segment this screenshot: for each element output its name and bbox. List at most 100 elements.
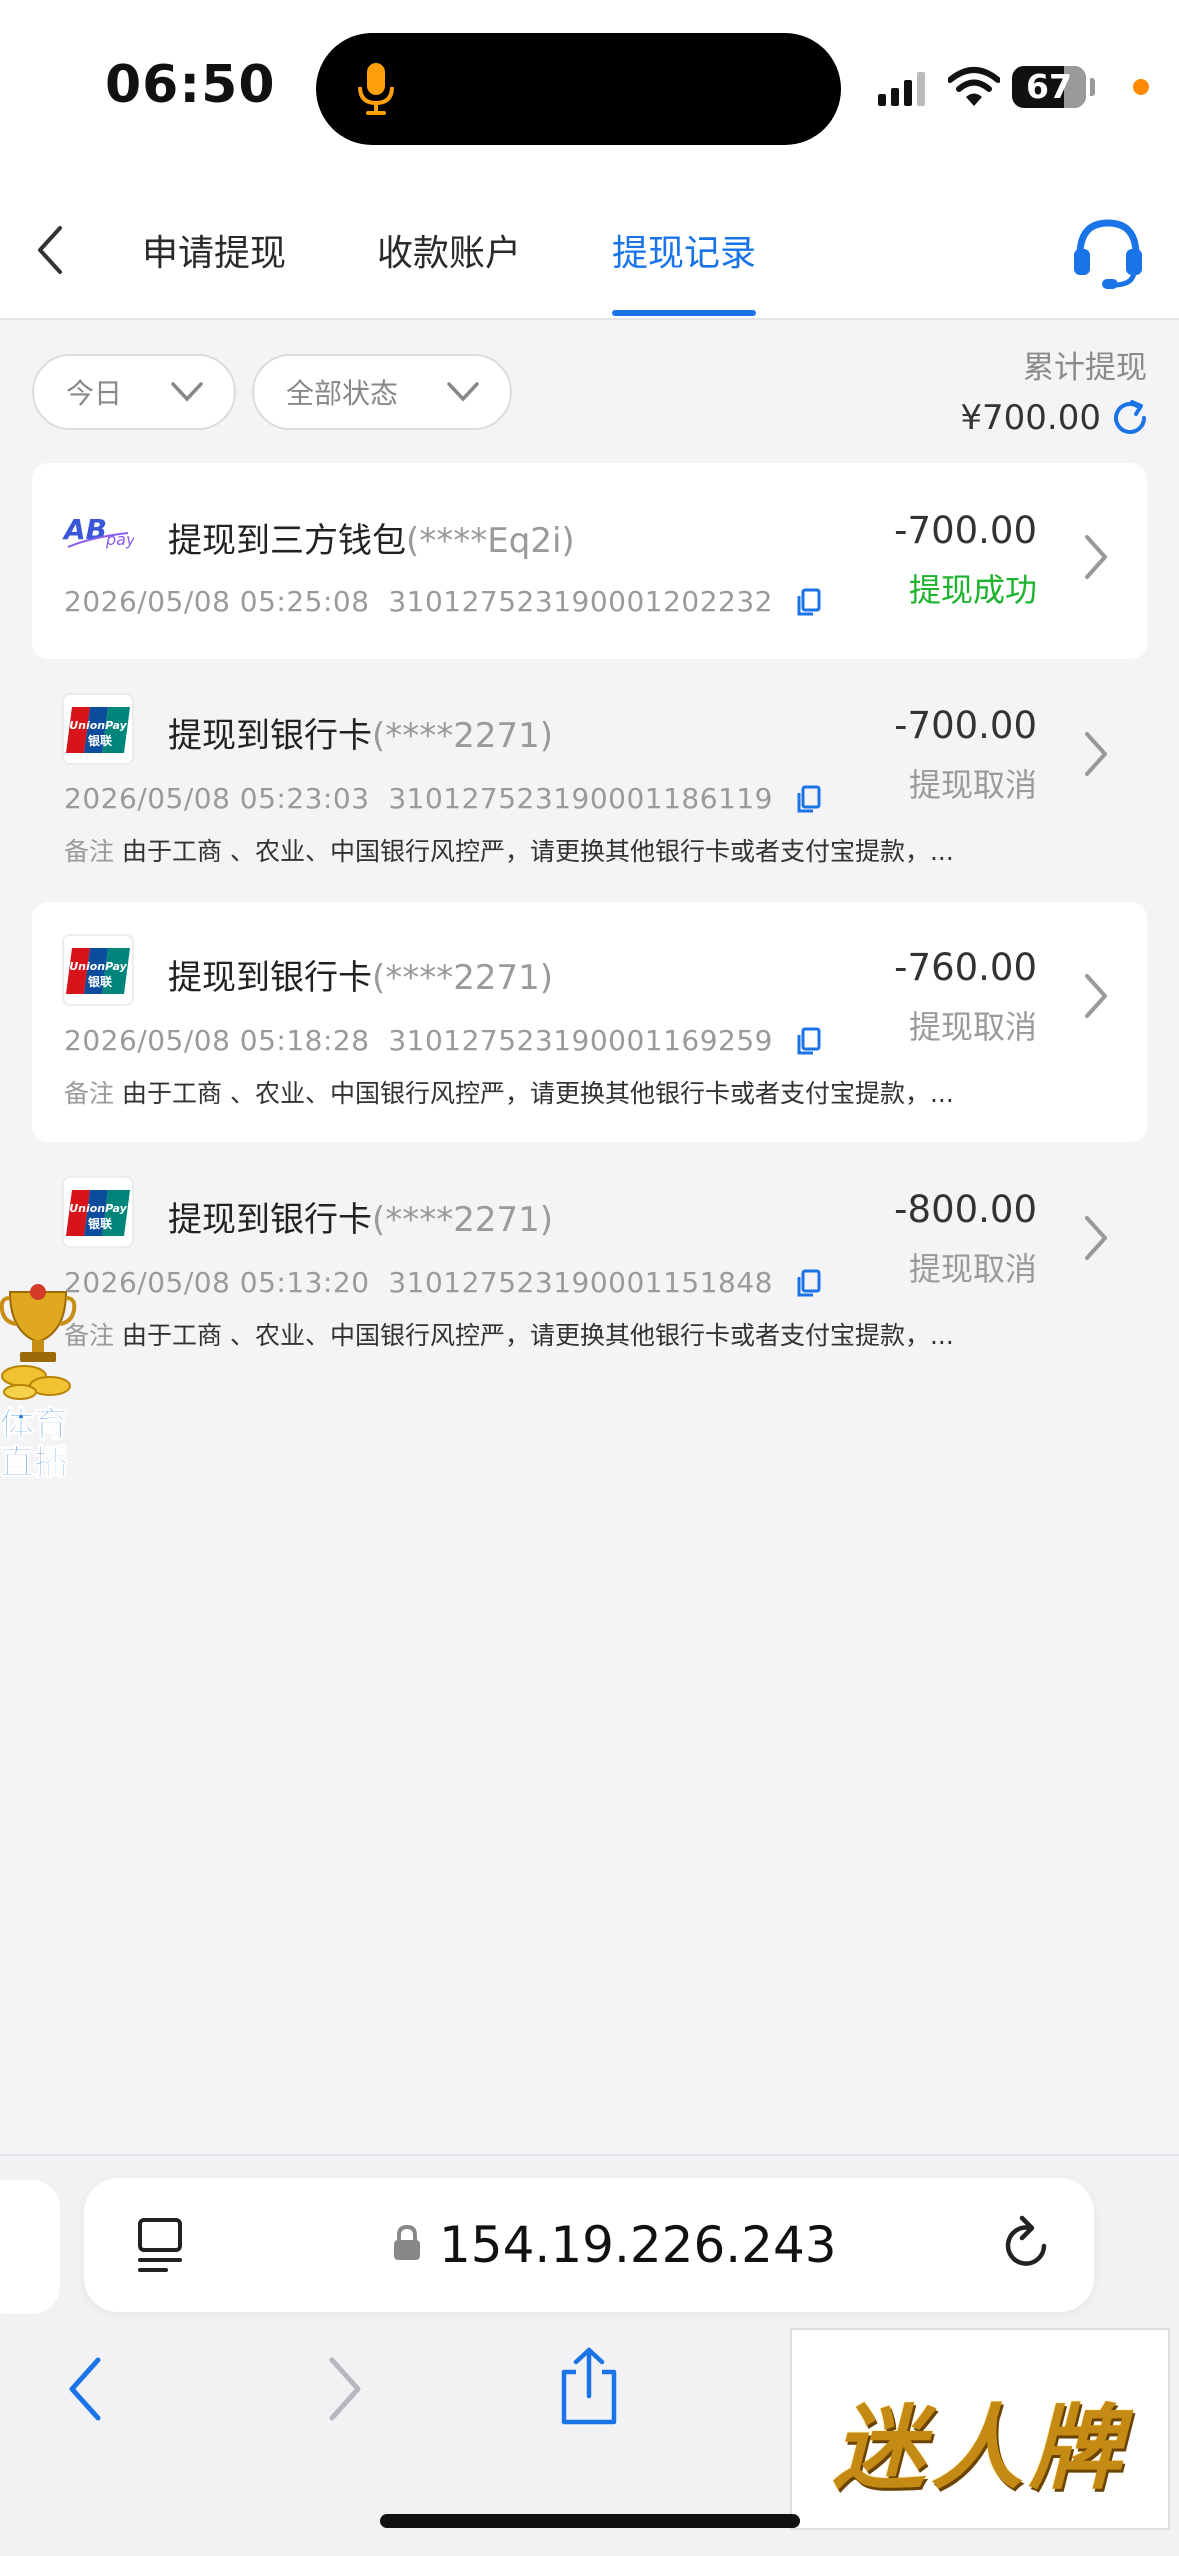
total-withdraw-label: 累计提现 xyxy=(1023,350,1147,386)
date-filter-dropdown[interactable]: 今日 xyxy=(32,354,236,430)
refresh-icon[interactable] xyxy=(1110,398,1150,438)
record-status: 提现成功 xyxy=(908,571,1037,609)
record-status: 提现取消 xyxy=(908,1008,1037,1046)
svg-text:银联: 银联 xyxy=(88,733,112,748)
record-remark: 备注 由于工商 、农业、中国银行风控严，请更换其他银行卡或者支付宝提款，... xyxy=(64,1074,954,1110)
sports-live-line2: 直播 xyxy=(0,1443,69,1483)
record-amount: -700.00 xyxy=(894,509,1037,552)
top-nav-bar: 申请提现 收款账户 提现记录 xyxy=(0,180,1179,320)
chevron-down-icon xyxy=(447,382,479,402)
ad-text: 迷人牌 xyxy=(832,2394,1127,2502)
cellular-signal-icon xyxy=(878,70,925,106)
lock-icon xyxy=(394,2224,420,2260)
record-order-no: 310127523190001186119 xyxy=(388,782,773,815)
svg-text:UnionPay: UnionPay xyxy=(69,960,127,973)
tab-withdraw-records[interactable]: 提现记录 xyxy=(612,224,756,276)
dynamic-island xyxy=(316,33,841,145)
svg-text:UnionPay: UnionPay xyxy=(69,719,127,732)
browser-forward-icon[interactable] xyxy=(322,2354,366,2424)
record-datetime: 2026/05/08 05:25:08 xyxy=(64,585,370,618)
record-amount: -760.00 xyxy=(894,946,1037,989)
record-title-text: 提现到银行卡 xyxy=(168,958,372,998)
total-withdraw-value: ¥700.00 xyxy=(960,398,1101,438)
record-title: 提现到银行卡(****2271) xyxy=(168,708,553,757)
overlay-advertisement[interactable]: 迷人牌 xyxy=(790,2328,1170,2530)
svg-text:银联: 银联 xyxy=(88,1216,112,1231)
record-account: (****2271) xyxy=(372,716,554,756)
copy-icon[interactable] xyxy=(796,1027,822,1057)
record-title-text: 提现到银行卡 xyxy=(168,1200,372,1240)
customer-service-headset-icon[interactable] xyxy=(1070,215,1146,295)
record-status: 提现取消 xyxy=(908,766,1037,804)
unionpay-logo: UnionPay 银联 xyxy=(62,693,134,765)
chevron-right-icon xyxy=(1085,732,1107,776)
record-remark-label: 备注 xyxy=(64,1079,115,1108)
record-remark-label: 备注 xyxy=(64,837,115,866)
chevron-right-icon xyxy=(1085,535,1107,579)
sports-live-label: 体育 直播 xyxy=(0,1405,69,1483)
withdraw-record-card[interactable]: UnionPay 银联 提现到银行卡(****2271) 2026/05/08 … xyxy=(32,1160,1147,1360)
svg-text:pay: pay xyxy=(105,530,134,549)
microphone-icon xyxy=(358,63,394,115)
chevron-right-icon xyxy=(1085,1216,1107,1260)
record-datetime: 2026/05/08 05:13:20 xyxy=(64,1266,370,1299)
copy-icon[interactable] xyxy=(796,785,822,815)
page-menu-icon[interactable] xyxy=(136,2216,190,2274)
status-bar: 06:50 67 xyxy=(0,0,1179,180)
record-meta: 2026/05/08 05:13:20 31012752319000115184… xyxy=(64,1266,822,1299)
record-title-text: 提现到三方钱包 xyxy=(168,521,406,561)
battery-level: 67 xyxy=(1026,67,1072,106)
record-remark: 备注 由于工商 、农业、中国银行风控严，请更换其他银行卡或者支付宝提款，... xyxy=(64,832,954,868)
withdraw-record-card[interactable]: AB pay 提现到三方钱包(****Eq2i) 2026/05/08 05:2… xyxy=(32,463,1147,659)
record-datetime: 2026/05/08 05:23:03 xyxy=(64,782,370,815)
back-chevron-icon[interactable] xyxy=(30,218,70,282)
record-amount: -800.00 xyxy=(894,1188,1037,1231)
tab-apply-withdraw[interactable]: 申请提现 xyxy=(142,224,286,276)
record-meta: 2026/05/08 05:23:03 31012752319000118611… xyxy=(64,782,822,815)
privacy-indicator-dot xyxy=(1133,79,1149,95)
previous-tab-peek[interactable] xyxy=(0,2180,60,2314)
record-account: (****Eq2i) xyxy=(406,521,575,561)
record-title: 提现到三方钱包(****Eq2i) xyxy=(168,513,575,562)
chevron-right-icon xyxy=(1085,974,1107,1018)
active-tab-indicator xyxy=(612,310,756,316)
record-status: 提现取消 xyxy=(908,1250,1037,1288)
address-bar[interactable]: 154.19.226.243 xyxy=(84,2178,1094,2312)
record-remark-text: 由于工商 、农业、中国银行风控严，请更换其他银行卡或者支付宝提款，... xyxy=(122,1079,954,1108)
wifi-icon xyxy=(948,67,1000,106)
record-amount: -700.00 xyxy=(894,704,1037,747)
record-order-no: 310127523190001151848 xyxy=(388,1266,773,1299)
battery-tip xyxy=(1090,78,1095,96)
record-meta: 2026/05/08 05:25:08 31012752319000120223… xyxy=(64,585,822,618)
copy-icon[interactable] xyxy=(796,1269,822,1299)
ab-pay-logo: AB pay xyxy=(62,497,134,569)
record-order-no: 310127523190001169259 xyxy=(388,1024,773,1057)
battery-icon: 67 xyxy=(1012,66,1086,108)
reload-icon[interactable] xyxy=(1000,2214,1054,2274)
withdraw-record-card[interactable]: UnionPay 银联 提现到银行卡(****2271) 2026/05/08 … xyxy=(32,902,1147,1142)
record-title: 提现到银行卡(****2271) xyxy=(168,950,553,999)
unionpay-logo: UnionPay 银联 xyxy=(62,934,134,1006)
home-indicator xyxy=(380,2514,800,2528)
date-filter-value: 今日 xyxy=(66,377,123,410)
share-icon[interactable] xyxy=(556,2346,622,2428)
url-text: 154.19.226.243 xyxy=(439,2216,837,2274)
record-account: (****2271) xyxy=(372,958,554,998)
copy-icon[interactable] xyxy=(796,588,822,618)
record-remark-text: 由于工商 、农业、中国银行风控严，请更换其他银行卡或者支付宝提款，... xyxy=(122,837,954,866)
browser-back-icon[interactable] xyxy=(64,2354,108,2424)
sports-live-float-button[interactable]: 体育 直播 xyxy=(0,1282,78,1483)
record-title: 提现到银行卡(****2271) xyxy=(168,1192,553,1241)
record-meta: 2026/05/08 05:18:28 31012752319000116925… xyxy=(64,1024,822,1057)
record-datetime: 2026/05/08 05:18:28 xyxy=(64,1024,370,1057)
svg-text:UnionPay: UnionPay xyxy=(69,1202,127,1215)
unionpay-logo: UnionPay 银联 xyxy=(62,1176,134,1248)
tab-payee-account[interactable]: 收款账户 xyxy=(377,224,521,276)
record-account: (****2271) xyxy=(372,1200,554,1240)
sports-live-line1: 体育 xyxy=(0,1405,69,1445)
status-time: 06:50 xyxy=(105,55,276,115)
svg-text:银联: 银联 xyxy=(88,974,112,989)
withdraw-record-card[interactable]: UnionPay 银联 提现到银行卡(****2271) 2026/05/08 … xyxy=(32,678,1147,878)
status-filter-dropdown[interactable]: 全部状态 xyxy=(252,354,512,430)
record-title-text: 提现到银行卡 xyxy=(168,716,372,756)
